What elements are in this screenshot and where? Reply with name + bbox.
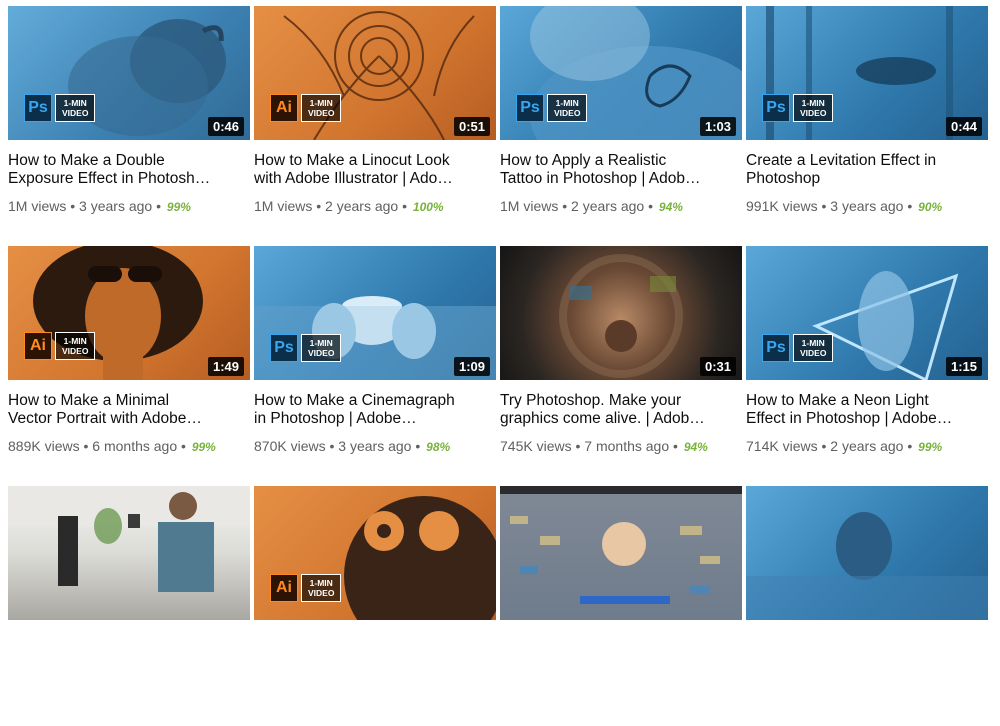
video-thumbnail[interactable]: Ai 1-MIN VIDEO 1:49 <box>8 246 250 380</box>
video-thumbnail[interactable]: Ps 1-MIN VIDEO 1:03 <box>500 6 742 140</box>
stock-website-screenshot <box>500 486 742 604</box>
video-title[interactable]: How to Make a Neon Light Effect in Photos… <box>746 392 988 428</box>
video-card[interactable]: Ps 1-MIN VIDEO 0:44 Create a Levitation E… <box>746 6 988 246</box>
photoshop-logo: Ps <box>24 94 52 122</box>
duration-badge: 1:15 <box>945 357 982 376</box>
one-min-video-badge: Ps 1-MIN VIDEO <box>24 94 96 122</box>
video-thumbnail[interactable]: Ps 1-MIN VIDEO 0:44 <box>746 6 988 140</box>
video-title[interactable]: How to Make a Minimal Vector Portrait wit… <box>8 392 250 428</box>
duration-badge: 1:03 <box>699 117 736 136</box>
video-title[interactable]: How to Make a Cinemagraph in Photoshop | … <box>254 392 496 428</box>
one-min-video-badge: Ps 1-MIN VIDEO <box>516 94 588 122</box>
one-min-video-badge: Ai 1-MIN VIDEO <box>270 94 342 122</box>
photoshop-logo: Ps <box>270 334 298 362</box>
one-min-video-badge: Ps 1-MIN VIDEO <box>762 94 834 122</box>
video-title[interactable]: Create a Levitation Effect in Photoshop <box>746 152 988 188</box>
one-min-video-badge: Ai 1-MIN VIDEO <box>24 332 96 360</box>
video-thumbnail[interactable]: Ai 1-MIN VIDEO 0:51 <box>254 6 496 140</box>
video-card[interactable]: Ai 1-MIN VIDEO 1:49 How to Make a Minimal… <box>8 246 250 486</box>
video-card[interactable] <box>8 486 250 726</box>
illustrator-logo: Ai <box>270 574 298 602</box>
video-meta: 889K views • 6 months ago • 99% <box>8 438 216 454</box>
video-card[interactable] <box>746 486 988 726</box>
rating-percent: 99% <box>166 200 191 214</box>
video-thumbnail[interactable]: Ps 1-MIN VIDEO 1:09 <box>254 246 496 380</box>
rating-percent: 94% <box>683 440 708 454</box>
rating-percent: 100% <box>412 200 444 214</box>
video-meta: 991K views • 3 years ago • 90% <box>746 198 943 214</box>
video-card[interactable]: 0:31 Try Photoshop. Make your graphics co… <box>500 246 742 486</box>
video-card[interactable]: Ps 1-MIN VIDEO 1:15 How to Make a Neon Li… <box>746 246 988 486</box>
video-card[interactable]: Ps 1-MIN VIDEO 1:03 How to Apply a Realis… <box>500 6 742 246</box>
video-meta: 745K views • 7 months ago • 94% <box>500 438 708 454</box>
illustrator-logo: Ai <box>270 94 298 122</box>
video-card[interactable]: Ai 1-MIN VIDEO <box>254 486 496 726</box>
video-card[interactable] <box>500 486 742 726</box>
video-thumbnail[interactable] <box>746 486 988 620</box>
video-meta: 1M views • 3 years ago • 99% <box>8 198 191 214</box>
video-title[interactable]: How to Apply a Realistic Tattoo in Photos… <box>500 152 742 188</box>
video-thumbnail[interactable]: Ps 1-MIN VIDEO 1:15 <box>746 246 988 380</box>
duration-badge: 0:46 <box>207 117 244 136</box>
video-title[interactable]: Try Photoshop. Make your graphics come al… <box>500 392 742 428</box>
video-title[interactable]: How to Make a Double Exposure Effect in P… <box>8 152 250 188</box>
rating-percent: 99% <box>918 440 943 454</box>
video-thumbnail[interactable]: 0:31 <box>500 246 742 380</box>
office-photo <box>8 486 250 592</box>
photoshop-logo: Ps <box>762 94 790 122</box>
duration-badge: 1:09 <box>453 357 490 376</box>
photoshop-logo: Ps <box>516 94 544 122</box>
illustrator-logo: Ai <box>24 332 52 360</box>
video-meta: 1M views • 2 years ago • 94% <box>500 198 683 214</box>
video-thumbnail[interactable] <box>500 486 742 620</box>
rating-percent: 94% <box>658 200 683 214</box>
duration-badge: 0:44 <box>945 117 982 136</box>
rating-percent: 99% <box>191 440 216 454</box>
video-meta: 1M views • 2 years ago • 100% <box>254 198 444 214</box>
rating-percent: 90% <box>918 200 943 214</box>
video-thumbnail[interactable] <box>8 486 250 620</box>
video-card[interactable]: Ai 1-MIN VIDEO 0:51 How to Make a Linocut… <box>254 6 496 246</box>
one-min-video-badge: Ps 1-MIN VIDEO <box>270 334 342 362</box>
video-grid: Ps 1-MIN VIDEO 0:46 How to Make a Double E… <box>8 6 988 726</box>
one-min-video-badge: Ps 1-MIN VIDEO <box>762 334 834 362</box>
video-card[interactable]: Ps 1-MIN VIDEO 0:46 How to Make a Double E… <box>8 6 250 246</box>
video-meta: 870K views • 3 years ago • 98% <box>254 438 451 454</box>
video-title[interactable]: How to Make a Linocut Look with Adobe Ill… <box>254 152 496 188</box>
duration-badge: 0:51 <box>453 117 490 136</box>
video-meta: 714K views • 2 years ago • 99% <box>746 438 943 454</box>
duration-badge: 1:49 <box>207 357 244 376</box>
one-min-video-badge: Ai 1-MIN VIDEO <box>270 574 342 602</box>
video-thumbnail[interactable]: Ps 1-MIN VIDEO 0:46 <box>8 6 250 140</box>
video-card[interactable]: Ps 1-MIN VIDEO 1:09 How to Make a Cinemag… <box>254 246 496 486</box>
duration-badge: 0:31 <box>699 357 736 376</box>
photoshop-logo: Ps <box>762 334 790 362</box>
video-thumbnail[interactable]: Ai 1-MIN VIDEO <box>254 486 496 620</box>
rating-percent: 98% <box>426 440 451 454</box>
portrait-photo <box>746 512 988 620</box>
